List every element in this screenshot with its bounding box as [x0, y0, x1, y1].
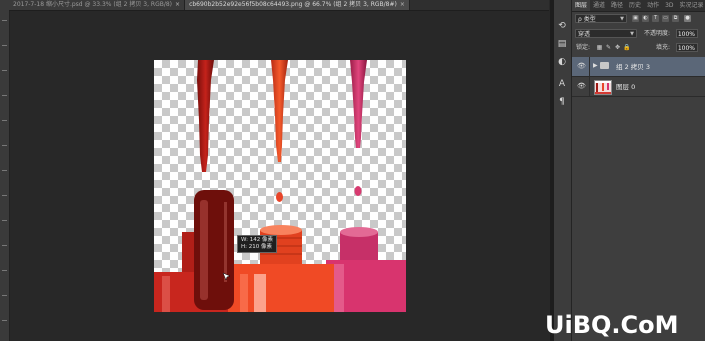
lock-transparency-icon[interactable]: ▦: [596, 44, 603, 51]
adjust-icon[interactable]: ◐: [556, 56, 568, 68]
layers-panel: 图层 通道 路径 历史 动作 3D 实况记录 ρ 类型 ▼ ▣ ◐ T ▭ ⧉ ● 穿透 ▼ 不…: [572, 0, 705, 341]
close-icon[interactable]: ×: [400, 1, 405, 8]
lock-brush-icon[interactable]: ✎: [605, 44, 612, 51]
divider: [589, 57, 590, 76]
layer-filter-row: ρ 类型 ▼ ▣ ◐ T ▭ ⧉ ●: [572, 13, 705, 25]
expand-triangle-icon[interactable]: ▶: [593, 62, 598, 69]
filter-pixel-icon[interactable]: ▣: [632, 15, 639, 22]
ruler-tick: [2, 170, 7, 171]
panel-dock-toolbar: ⟲ ▤ ◐ A ¶: [554, 0, 572, 341]
tab-live-record[interactable]: 实况记录: [677, 0, 705, 11]
folder-icon: [600, 62, 609, 69]
tab-actions[interactable]: 动作: [644, 0, 662, 11]
ruler-tick: [2, 95, 7, 96]
ruler-tick: [2, 20, 7, 21]
nail-polish-artwork: [154, 60, 406, 312]
ruler-tick: [2, 195, 7, 196]
ruler-tick: [2, 295, 7, 296]
tooltip-width: W: 142 像素: [241, 237, 273, 243]
ruler-tick: [2, 320, 7, 321]
layer-name: 图层 0: [616, 83, 636, 91]
filter-shape-icon[interactable]: ▭: [662, 15, 669, 22]
document-tabs: 2017-7-18 缩小尺寸.psd @ 33.3% (组 2 拷贝 3, RG…: [9, 0, 549, 11]
filter-adjustment-icon[interactable]: ◐: [642, 15, 649, 22]
tooltip-height: H: 210 像素: [241, 244, 272, 250]
doc-tab-active[interactable]: cb690b2b52e92e56f5b08c64493.png @ 66.7% …: [185, 0, 410, 10]
fill-input[interactable]: 100%: [676, 43, 698, 52]
filter-kind-select[interactable]: ρ 类型 ▼: [575, 14, 627, 23]
history-icon[interactable]: ⟲: [556, 20, 568, 32]
eye-icon[interactable]: 👁: [577, 82, 586, 90]
layer-name: 组 2 拷贝 3: [616, 63, 650, 71]
document-canvas[interactable]: [154, 60, 406, 312]
dimension-tooltip: W: 142 像素 H: 210 像素: [237, 235, 277, 253]
tools-column: [0, 0, 10, 341]
watermark-text: UiBQ.CoM: [545, 311, 679, 339]
filter-toggle-icon[interactable]: ●: [684, 15, 691, 22]
ruler-tick: [2, 270, 7, 271]
cursor-icon: [223, 273, 230, 280]
filter-kind-value: ρ 类型: [578, 16, 596, 23]
properties-icon[interactable]: ▤: [556, 38, 568, 50]
doc-tab-label: cb690b2b52e92e56f5b08c64493.png @ 66.7% …: [189, 1, 397, 8]
opacity-label: 不透明度:: [644, 30, 671, 37]
ruler-tick: [2, 145, 7, 146]
tab-layers[interactable]: 图层: [572, 0, 591, 11]
tab-3d[interactable]: 3D: [662, 0, 676, 11]
chevron-down-icon: ▼: [630, 31, 634, 37]
divider: [589, 77, 590, 96]
panel-tabs: 图层 通道 路径 历史 动作 3D 实况记录: [572, 0, 705, 12]
ruler-tick: [2, 45, 7, 46]
layer-row-pixel[interactable]: 👁 图层 0: [572, 77, 705, 97]
eye-icon[interactable]: 👁: [577, 62, 586, 70]
ruler-tick: [2, 120, 7, 121]
canvas-workspace[interactable]: W: 142 像素 H: 210 像素: [10, 11, 550, 341]
ruler-tick: [2, 220, 7, 221]
ruler-tick: [2, 245, 7, 246]
layer-row-group[interactable]: 👁 ▶ 组 2 拷贝 3: [572, 57, 705, 77]
lock-label: 锁定:: [576, 44, 591, 51]
layer-thumbnail: [594, 80, 612, 95]
blend-mode-value: 穿透: [578, 31, 591, 38]
opacity-input[interactable]: 100%: [676, 29, 698, 38]
lock-row: 锁定: ▦ ✎ ✥ 🔒 填充: 100%: [572, 42, 705, 54]
tab-channels[interactable]: 通道: [590, 0, 608, 11]
blend-row: 穿透 ▼ 不透明度: 100%: [572, 28, 705, 40]
filter-type-icon[interactable]: T: [652, 15, 659, 22]
thumbnail-image: [595, 83, 611, 94]
chevron-down-icon: ▼: [620, 16, 624, 22]
tab-paths[interactable]: 路径: [608, 0, 626, 11]
character-icon[interactable]: A: [556, 78, 568, 90]
filter-smart-object-icon[interactable]: ⧉: [672, 15, 679, 22]
lock-move-icon[interactable]: ✥: [614, 44, 621, 51]
ruler-tick: [2, 70, 7, 71]
doc-tab[interactable]: 2017-7-18 缩小尺寸.psd @ 33.3% (组 2 拷贝 3, RG…: [9, 0, 186, 10]
fill-label: 填充:: [656, 44, 671, 51]
tab-history[interactable]: 历史: [626, 0, 644, 11]
lock-all-icon[interactable]: 🔒: [623, 44, 630, 51]
doc-tab-label: 2017-7-18 缩小尺寸.psd @ 33.3% (组 2 拷贝 3, RG…: [13, 1, 173, 8]
blend-mode-select[interactable]: 穿透 ▼: [575, 29, 637, 38]
paragraph-icon[interactable]: ¶: [556, 96, 568, 108]
close-icon[interactable]: ×: [175, 1, 180, 8]
